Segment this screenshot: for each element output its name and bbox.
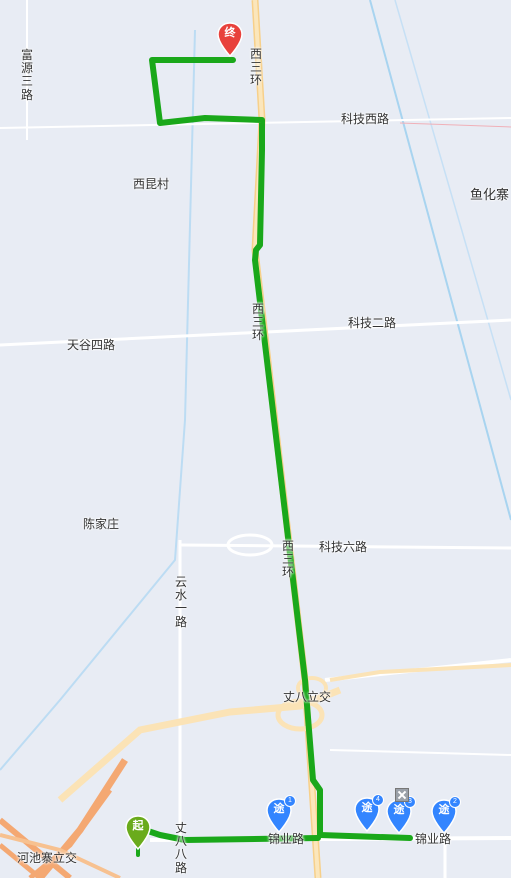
road-label-zhangba-ba-lu: 丈八八路: [174, 821, 187, 875]
place-label-chenjiazhuang: 陈家庄: [83, 517, 120, 531]
road-label-keji-liu-lu: 科技六路: [319, 540, 368, 554]
road-label-xi-san-huan-top: 西三环: [249, 47, 262, 88]
place-label-yuhuazhai: 鱼化寨: [470, 187, 510, 202]
road-label-keji-xi-lu: 科技西路: [341, 112, 390, 126]
waypoint-number: 1: [284, 795, 296, 807]
remove-waypoint-icon[interactable]: [395, 788, 409, 802]
place-label-zhangba-interchange: 丈八立交: [283, 690, 332, 704]
end-marker-label: 终: [224, 27, 236, 39]
road-label-xi-san-huan-mid: 西三环: [251, 302, 264, 343]
waypoint-marker-1[interactable]: 途 1: [266, 795, 296, 834]
start-marker[interactable]: 起: [125, 815, 151, 851]
map-canvas[interactable]: 西三环 西三环 西三环 科技西路 科技二路 科技六路 天谷四路 富源三路 云水一…: [0, 0, 511, 878]
road-label-keji-er-lu: 科技二路: [348, 316, 397, 330]
road-label-jinye-lu-left: 锦业路: [268, 832, 305, 846]
waypoint-marker-4[interactable]: 途 4: [354, 794, 384, 833]
map-base-layer: [0, 0, 511, 878]
place-label-hechizhai-interchange: 河池寨立交: [17, 851, 78, 865]
road-label-xi-san-huan-bottom: 西三环: [281, 539, 294, 580]
waypoint-marker-3[interactable]: 途 3: [386, 796, 416, 835]
road-label-tiangu-si-lu: 天谷四路: [67, 338, 116, 352]
waypoint-marker-2[interactable]: 途 2: [431, 796, 461, 835]
end-marker[interactable]: 终: [217, 22, 243, 58]
waypoint-number: 4: [372, 794, 384, 806]
place-label-xikun-cun: 西昆村: [133, 177, 170, 191]
road-label-yunshui-yi-lu: 云水一路: [174, 575, 187, 629]
road-label-fuyuan-san-lu: 富源三路: [20, 48, 33, 102]
waypoint-number: 2: [449, 796, 461, 808]
start-marker-label: 起: [132, 820, 144, 832]
